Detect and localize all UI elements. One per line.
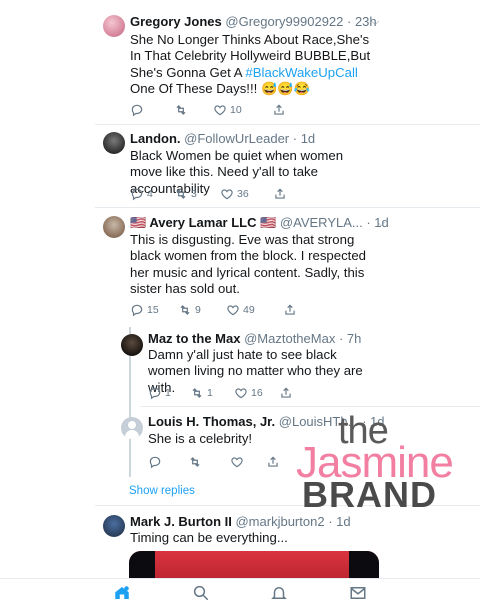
show-replies-link[interactable]: Show replies bbox=[129, 485, 195, 497]
notifications-icon[interactable] bbox=[270, 584, 288, 600]
bottom-tab-bar bbox=[0, 578, 480, 600]
retweet-button[interactable]: 1 bbox=[190, 386, 213, 400]
author-name[interactable]: 🇺🇸 Avery Lamar LLC 🇺🇸 bbox=[130, 215, 276, 230]
retweet-icon bbox=[176, 189, 186, 199]
retweet-button[interactable]: 9 bbox=[178, 303, 201, 317]
like-button[interactable]: 36 bbox=[220, 187, 249, 201]
like-button[interactable] bbox=[230, 455, 247, 469]
chevron-down-icon[interactable]: ⌵ bbox=[377, 217, 385, 230]
reply-icon bbox=[131, 304, 143, 317]
search-icon[interactable] bbox=[192, 584, 210, 600]
tweet-text-part: One Of These Days!!! 😅😅😂 bbox=[130, 81, 311, 97]
like-count: 49 bbox=[243, 304, 255, 316]
tweet-actions: 15 9 49 bbox=[130, 303, 370, 319]
share-icon bbox=[285, 304, 295, 315]
brand-watermark: the Jasmine BRAND bbox=[296, 410, 476, 515]
author-handle[interactable]: @MaztotheMax bbox=[244, 331, 335, 346]
avatar[interactable] bbox=[103, 216, 125, 238]
reply-count: 4 bbox=[147, 188, 153, 200]
timestamp: · 7h bbox=[338, 331, 362, 346]
reply-button[interactable]: 1 bbox=[148, 386, 171, 400]
author-handle[interactable]: @markjburton2 bbox=[235, 514, 324, 529]
share-icon bbox=[274, 104, 284, 115]
retweet-icon bbox=[176, 105, 186, 115]
author-handle[interactable]: @FollowUrLeader bbox=[184, 131, 289, 146]
like-icon bbox=[214, 105, 226, 116]
home-icon[interactable] bbox=[113, 584, 131, 600]
avatar[interactable] bbox=[121, 417, 143, 439]
reply-button[interactable]: 15 bbox=[130, 303, 159, 317]
divider bbox=[140, 406, 480, 407]
reply-count: 15 bbox=[147, 304, 159, 316]
like-button[interactable]: 49 bbox=[226, 303, 255, 317]
hashtag-link[interactable]: #BlackWakeUpCall bbox=[245, 65, 357, 80]
like-count: 36 bbox=[237, 188, 249, 200]
share-button[interactable] bbox=[266, 455, 280, 469]
share-button[interactable] bbox=[283, 303, 297, 317]
like-icon bbox=[227, 305, 239, 316]
like-icon bbox=[221, 189, 233, 200]
tweet-actions: 4 3 36 bbox=[130, 187, 370, 203]
retweet-count: 3 bbox=[191, 188, 197, 200]
avatar[interactable] bbox=[103, 132, 125, 154]
retweet-count: 1 bbox=[207, 387, 213, 399]
avatar[interactable] bbox=[121, 334, 143, 356]
share-icon bbox=[281, 387, 291, 398]
avatar[interactable] bbox=[103, 15, 125, 37]
tweet-text: She No Longer Thinks About Race,She's In… bbox=[130, 32, 375, 98]
like-button[interactable]: 10 bbox=[213, 103, 242, 117]
author-handle[interactable]: @AVERYLA... bbox=[280, 215, 363, 230]
tweet-actions bbox=[148, 455, 298, 471]
reply-button[interactable] bbox=[148, 455, 165, 469]
like-icon bbox=[235, 388, 247, 399]
like-count: 16 bbox=[251, 387, 263, 399]
reply-icon bbox=[131, 104, 143, 117]
reply-button[interactable]: 4 bbox=[130, 187, 153, 201]
tweet-text: This is disgusting. Eve was that strong … bbox=[130, 232, 367, 297]
tweet-text: Timing can be everything... bbox=[130, 530, 288, 545]
author-name[interactable]: Gregory Jones bbox=[130, 14, 222, 29]
author-name[interactable]: Mark J. Burton II bbox=[130, 514, 232, 529]
reply-count: 1 bbox=[165, 387, 171, 399]
share-icon bbox=[268, 456, 278, 467]
retweet-button[interactable]: 3 bbox=[174, 187, 197, 201]
reply-button[interactable] bbox=[130, 103, 147, 117]
author-name[interactable]: Maz to the Max bbox=[148, 331, 240, 346]
like-count: 10 bbox=[230, 104, 242, 116]
like-button[interactable]: 16 bbox=[234, 386, 263, 400]
reply-icon bbox=[149, 456, 161, 469]
retweet-button[interactable] bbox=[188, 455, 205, 469]
watermark-brand: BRAND bbox=[302, 474, 437, 515]
like-icon bbox=[231, 457, 243, 468]
share-icon bbox=[275, 188, 285, 199]
retweet-count: 9 bbox=[195, 304, 201, 316]
share-button[interactable] bbox=[279, 386, 293, 400]
retweet-icon bbox=[180, 305, 190, 315]
share-button[interactable] bbox=[273, 187, 287, 201]
tweet-actions: 1 1 16 bbox=[148, 386, 368, 402]
timestamp: · 1d bbox=[328, 514, 351, 529]
messages-icon[interactable] bbox=[349, 584, 367, 600]
divider bbox=[95, 124, 480, 125]
divider bbox=[95, 207, 480, 208]
author-name[interactable]: Landon. bbox=[130, 131, 181, 146]
reply-icon bbox=[131, 188, 143, 201]
retweet-icon bbox=[190, 457, 200, 467]
retweet-icon bbox=[192, 388, 202, 398]
author-name[interactable]: Louis H. Thomas, Jr. bbox=[148, 414, 275, 429]
timestamp: · 1d bbox=[292, 131, 316, 146]
author-handle[interactable]: @Gregory99902922 bbox=[225, 14, 343, 29]
reply-icon bbox=[149, 387, 161, 400]
chevron-down-icon[interactable]: ⌵ bbox=[371, 16, 379, 29]
avatar[interactable] bbox=[103, 515, 125, 537]
retweet-button[interactable] bbox=[174, 103, 191, 117]
share-button[interactable] bbox=[272, 103, 286, 117]
tweet-actions: 10 bbox=[130, 103, 370, 119]
